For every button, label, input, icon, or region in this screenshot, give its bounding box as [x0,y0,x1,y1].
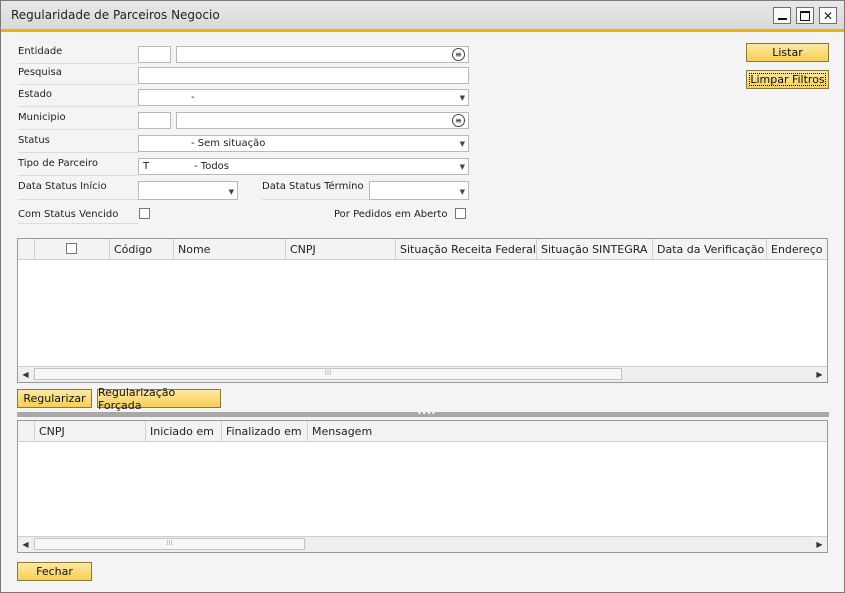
pedidos-aberto-label: Por Pedidos em Aberto [334,209,448,220]
column-header-mensagem[interactable]: Mensagem [308,421,827,441]
row-separator [18,84,138,85]
column-header-iniciado-em[interactable]: Iniciado em [146,421,222,441]
choose-from-list-icon[interactable]: ≡ [452,48,465,61]
tipo-parceiro-label: Tipo de Parceiro [18,158,98,169]
log-grid-header: CNPJ Iniciado em Finalizado em Mensagem [18,421,827,442]
status-vencido-label: Com Status Vencido [18,209,119,220]
column-header-nome[interactable]: Nome [174,239,286,259]
status-value: - Sem situação [191,138,266,149]
row-separator [262,199,369,200]
row-separator [18,129,138,130]
row-selector-header [18,239,35,259]
municipio-code-field[interactable] [138,112,171,129]
column-header-codigo[interactable]: Código [110,239,174,259]
entidade-label: Entidade [18,46,63,57]
scroll-right-icon[interactable]: ▶ [812,537,827,551]
row-separator [18,152,138,153]
row-separator [18,63,138,64]
municipio-name-field[interactable]: ≡ [176,112,469,129]
scroll-left-icon[interactable]: ◀ [18,537,33,551]
tipo-parceiro-value: - Todos [194,161,229,172]
tipo-parceiro-code: T [143,161,150,172]
tipo-parceiro-dropdown[interactable]: T - Todos ▼ [138,158,469,175]
pane-splitter[interactable]: •••• [17,409,829,418]
scrollbar-thumb[interactable]: ⁞⁞⁞ [34,538,305,550]
pedidos-aberto-checkbox[interactable] [455,208,466,219]
column-header-data-verificacao[interactable]: Data da Verificação [653,239,767,259]
choose-from-list-icon[interactable]: ≡ [452,114,465,127]
column-header-situacao-sintegra[interactable]: Situação SINTEGRA [537,239,653,259]
minimize-icon [777,17,787,20]
parceiros-grid[interactable]: Código Nome CNPJ Situação Receita Federa… [17,238,828,383]
entidade-name-field[interactable]: ≡ [176,46,469,63]
window-title: Regularidade de Parceiros Negocio [11,8,220,22]
close-button[interactable]: ✕ [819,7,837,24]
estado-label: Estado [18,89,53,100]
data-inicio-dropdown[interactable]: ▼ [138,181,238,200]
status-label: Status [18,135,50,146]
column-header-cnpj[interactable]: CNPJ [286,239,396,259]
column-header-finalizado-em[interactable]: Finalizado em [222,421,308,441]
municipio-label: Municipio [18,112,66,123]
dropdown-arrow-icon: ▼ [459,163,465,171]
row-separator [18,106,138,107]
status-dropdown[interactable]: - Sem situação ▼ [138,135,469,152]
status-vencido-checkbox[interactable] [139,208,150,219]
regularizacao-forcada-button[interactable]: Regularização Forçada [97,386,221,412]
column-header-cnpj[interactable]: CNPJ [35,421,146,441]
data-inicio-label: Data Status Início [18,181,107,192]
listar-button[interactable]: Listar [746,43,829,62]
column-header-endereco[interactable]: Endereço [767,239,827,259]
parceiros-grid-header: Código Nome CNPJ Situação Receita Federa… [18,239,827,260]
close-icon: ✕ [822,8,834,23]
estado-value: - [191,92,195,103]
estado-dropdown[interactable]: - ▼ [138,89,469,106]
log-grid[interactable]: CNPJ Iniciado em Finalizado em Mensagem … [17,420,828,553]
pesquisa-label: Pesquisa [18,67,62,78]
dropdown-arrow-icon: ▼ [459,140,465,148]
row-separator [18,223,138,224]
pesquisa-field[interactable] [138,67,469,84]
row-separator [18,199,138,200]
parceiros-grid-scrollbar[interactable]: ◀ ⁞⁞⁞ ▶ [18,366,827,382]
log-grid-scrollbar[interactable]: ◀ ⁞⁞⁞ ▶ [18,536,827,552]
dropdown-arrow-icon: ▼ [459,94,465,102]
maximize-icon [800,10,810,21]
select-all-checkbox[interactable] [66,243,77,254]
scroll-left-icon[interactable]: ◀ [18,367,33,381]
row-separator [18,175,138,176]
dropdown-arrow-icon: ▼ [459,188,465,196]
scroll-right-icon[interactable]: ▶ [812,367,827,381]
column-header-situacao-receita[interactable]: Situação Receita Federal [396,239,537,259]
fechar-button[interactable]: Fechar [17,562,92,581]
row-selector-header [18,421,35,441]
limpar-filtros-button[interactable]: Limpar Filtros [746,70,829,89]
window: Regularidade de Parceiros Negocio ✕ Enti… [0,0,845,593]
title-bar: Regularidade de Parceiros Negocio ✕ [1,1,844,32]
dropdown-arrow-icon: ▼ [228,188,234,196]
entidade-code-field[interactable] [138,46,171,63]
data-termino-label: Data Status Término [262,181,364,192]
data-termino-dropdown[interactable]: ▼ [369,181,469,200]
regularizar-button[interactable]: Regularizar [17,389,92,408]
splitter-grip-icon: •••• [417,409,436,418]
select-all-column [35,239,110,259]
maximize-button[interactable] [796,7,814,24]
scrollbar-thumb[interactable]: ⁞⁞⁞ [34,368,622,380]
minimize-button[interactable] [773,7,791,24]
